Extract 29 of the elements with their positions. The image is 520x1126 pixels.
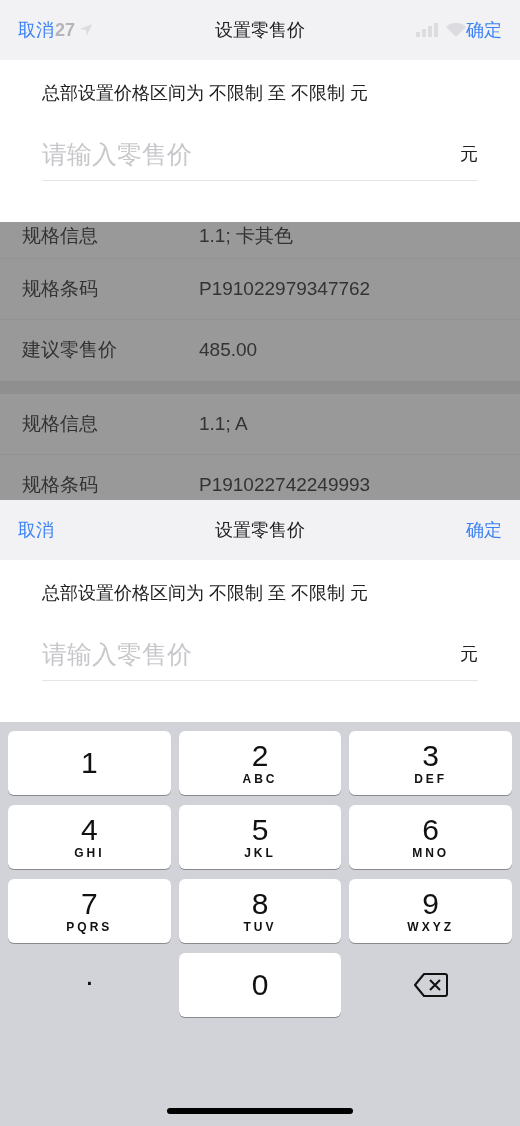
keyboard-key[interactable]: 4 GHI [8, 805, 171, 869]
keyboard-key[interactable]: 8 TUV [178, 879, 342, 943]
spec-label: 规格条码 [22, 473, 99, 498]
keyboard-key[interactable]: 7 PQRS [8, 879, 171, 943]
keyboard-key[interactable]: 3 DEF [349, 731, 512, 795]
status-time: 27 [55, 18, 76, 42]
price-range-text: 总部设置价格区间为 不限制 至 不限制 元 [42, 82, 369, 105]
keyboard-key[interactable]: 2 ABC [178, 731, 342, 795]
keyboard-key[interactable]: 0 [178, 953, 342, 1017]
spec-value: 485.00 [199, 338, 258, 363]
unit-label: 元 [460, 643, 478, 666]
backspace-icon[interactable] [413, 973, 448, 997]
spec-label: 建议零售价 [22, 338, 118, 363]
keyboard-key[interactable]: 6 MNO [349, 805, 512, 869]
spec-value: P191022742249993 [199, 473, 371, 498]
keyboard-key[interactable]: 5 JKL [178, 805, 342, 869]
keyboard-key[interactable]: 1 [8, 731, 171, 795]
sheet-title: 设置零售价 [215, 518, 305, 542]
spec-label: 规格信息 [22, 411, 99, 436]
spec-value: P191022979347762 [199, 276, 371, 301]
spec-label: 规格信息 [22, 224, 99, 248]
unit-label: 元 [460, 143, 478, 166]
spec-label: 规格条码 [22, 276, 99, 301]
spec-value: 1.1; 卡其色 [199, 224, 293, 248]
decimal-key[interactable]: . [8, 953, 171, 1017]
price-range-text: 总部设置价格区间为 不限制 至 不限制 元 [42, 582, 369, 605]
keyboard-key[interactable]: 9 WXYZ [349, 879, 512, 943]
spec-value: 1.1; A [199, 411, 248, 436]
sheet-title: 设置零售价 [215, 18, 305, 42]
